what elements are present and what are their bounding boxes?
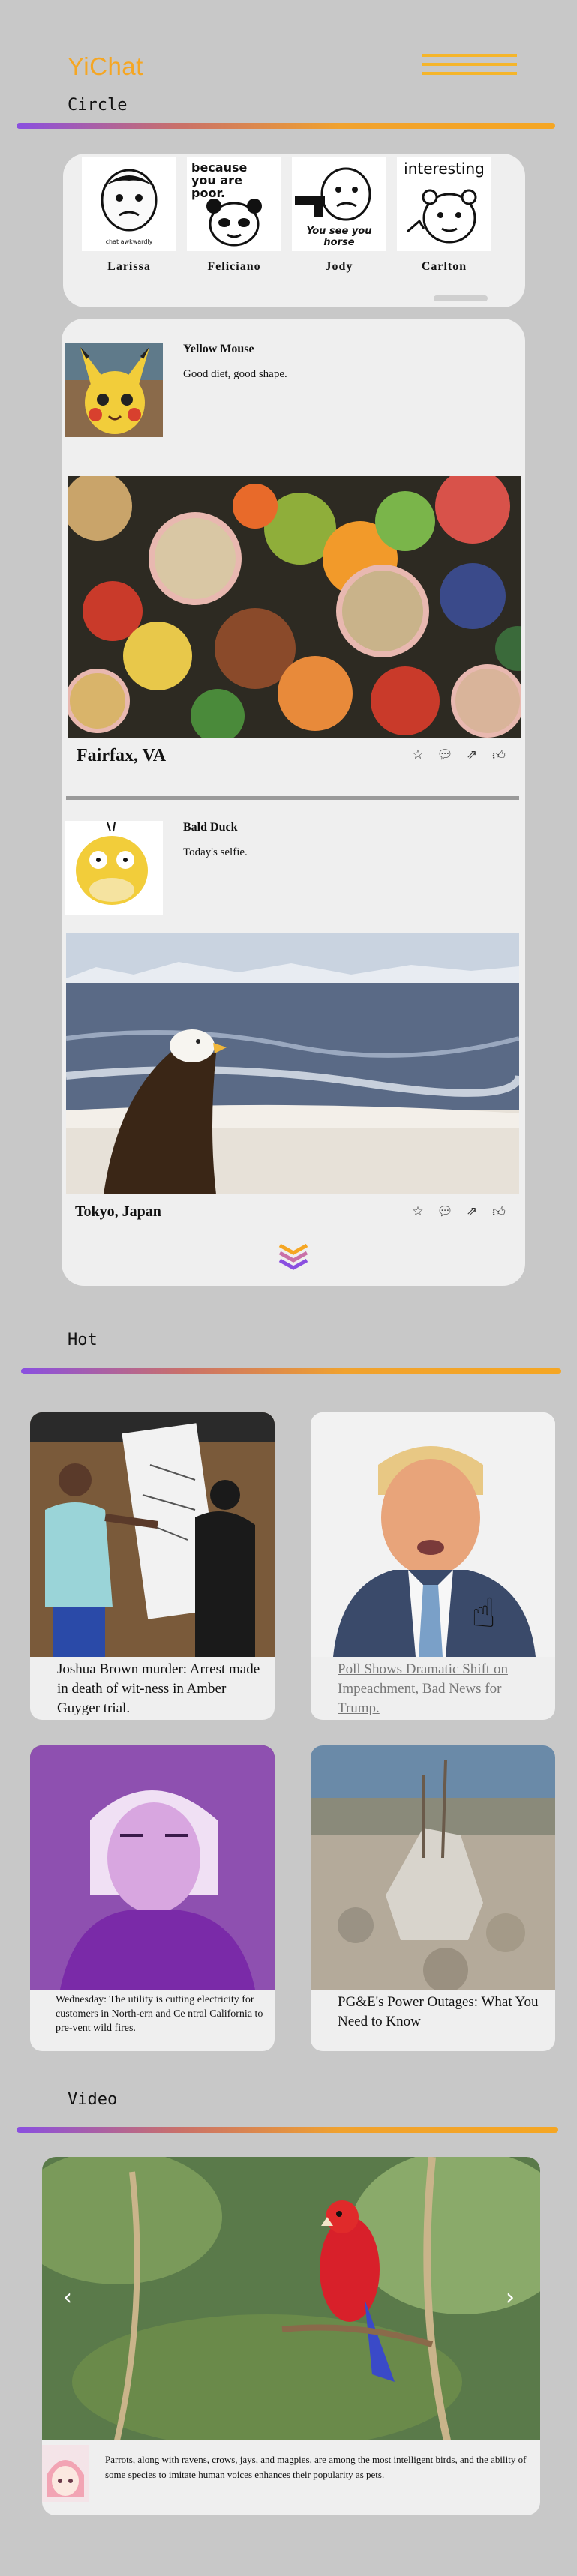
hot-divider <box>21 1368 561 1374</box>
comment-icon[interactable]: 💬︎ <box>437 1203 453 1220</box>
star-icon[interactable]: ☆ <box>410 747 426 763</box>
avatar[interactable] <box>65 821 163 915</box>
hot-news-card[interactable]: Wednesday: The utility is cutting electr… <box>30 1745 275 2051</box>
story-caption: You see you horse <box>306 226 372 248</box>
story-caption: chat awkwardly <box>105 238 153 245</box>
story-thumbnail[interactable]: because you are poor. <box>187 157 281 251</box>
news-caption: Joshua Brown murder: Arrest made in deat… <box>57 1661 260 1716</box>
post-image[interactable] <box>68 476 521 738</box>
video-description: Parrots, along with ravens, crows, jays,… <box>105 2454 527 2480</box>
story-name: Jody <box>325 260 353 273</box>
meme-face-icon <box>82 157 176 251</box>
prev-arrow-icon[interactable]: ‹ <box>63 2284 72 2311</box>
story-item[interactable]: chat awkwardly Larissa <box>82 157 176 274</box>
posts-card: Yellow Mouse Good diet, good shape. Fair… <box>62 319 525 1286</box>
share-icon[interactable]: ⇗ <box>464 1203 480 1220</box>
news-image <box>311 1745 555 1990</box>
video-section-title: Video <box>68 2090 118 2109</box>
next-arrow-icon[interactable]: › <box>506 2284 515 2311</box>
menu-icon[interactable] <box>422 51 517 78</box>
story-item[interactable]: interesting Carlton <box>397 157 491 274</box>
share-icon[interactable]: ⇗ <box>464 747 480 763</box>
avatar[interactable] <box>65 343 163 437</box>
story-thumbnail[interactable]: chat awkwardly <box>82 157 176 251</box>
video-player[interactable]: ‹ › <box>42 2157 540 2440</box>
post-divider <box>66 796 519 800</box>
post-username[interactable]: Bald Duck <box>183 821 237 834</box>
stories-scrollbar[interactable] <box>434 295 488 301</box>
hot-news-card[interactable]: Joshua Brown murder: Arrest made in deat… <box>30 1412 275 1720</box>
story-thumbnail[interactable]: You see you horse <box>292 157 386 251</box>
post-location: Fairfax, VA <box>77 746 167 765</box>
news-caption: Wednesday: The utility is cutting electr… <box>56 1994 263 2034</box>
post-text: Today's selfie. <box>183 846 248 858</box>
post-actions: ☆ 💬︎ ⇗ 👍︎ <box>410 1203 507 1220</box>
avatar[interactable] <box>42 2445 89 2502</box>
like-icon[interactable]: 👍︎ <box>491 747 507 763</box>
video-divider <box>17 2127 558 2133</box>
app-logo: YiChat <box>68 52 143 80</box>
post-username[interactable]: Yellow Mouse <box>183 343 254 356</box>
post-image[interactable] <box>66 933 519 1194</box>
hot-section-title: Hot <box>68 1331 98 1349</box>
video-card: ‹ › Parrots, along with ravens, crows, j… <box>42 2157 540 2515</box>
ruins-photo <box>311 1745 555 1990</box>
post-location: Tokyo, Japan <box>75 1203 161 1220</box>
story-item[interactable]: You see you horse Jody <box>292 157 386 274</box>
post-text: Good diet, good shape. <box>183 368 287 380</box>
story-name: Larissa <box>107 260 151 273</box>
eagle-photo <box>66 933 519 1194</box>
news-image: ☝ <box>311 1412 555 1657</box>
hot-news-card[interactable]: PG&E's Power Outages: What You Need to K… <box>311 1745 555 2051</box>
bear-face-icon <box>407 189 477 244</box>
stories-card: chat awkwardly Larissa because you are p… <box>63 154 525 307</box>
circle-section-title: Circle <box>68 96 128 115</box>
star-icon[interactable]: ☆ <box>410 1203 426 1220</box>
anime-avatar-icon <box>42 2445 89 2502</box>
news-image <box>30 1412 275 1657</box>
politician-photo <box>311 1412 555 1657</box>
news-caption: PG&E's Power Outages: What You Need to K… <box>338 1994 539 2029</box>
parrot-video-frame <box>42 2157 540 2440</box>
news-image <box>30 1745 275 1990</box>
comment-icon[interactable]: 💬︎ <box>437 747 453 763</box>
food-photo <box>68 476 521 738</box>
hand-cursor-icon: ☝ <box>471 1589 496 1637</box>
like-icon[interactable]: 👍︎ <box>491 1203 507 1220</box>
circle-divider <box>17 123 555 129</box>
post-actions: ☆ 💬︎ ⇗ 👍︎ <box>410 747 507 763</box>
story-thumbnail[interactable]: interesting <box>397 157 491 251</box>
courtroom-photo <box>30 1412 275 1657</box>
layers-chevron-icon <box>278 1243 308 1270</box>
news-caption: Poll Shows Dramatic Shift on Impeachment… <box>338 1661 508 1716</box>
story-name: Carlton <box>421 260 467 273</box>
pikachu-avatar-icon <box>65 343 163 437</box>
story-name: Feliciano <box>207 260 261 273</box>
story-item[interactable]: because you are poor. Feliciano <box>187 157 281 274</box>
hot-news-card[interactable]: ☝ Poll Shows Dramatic Shift on Impeachme… <box>311 1412 555 1720</box>
senator-photo <box>30 1745 275 1990</box>
expand-more-icon[interactable] <box>277 1241 310 1271</box>
psyduck-avatar-icon <box>65 821 163 915</box>
panda-face-icon <box>206 199 262 247</box>
